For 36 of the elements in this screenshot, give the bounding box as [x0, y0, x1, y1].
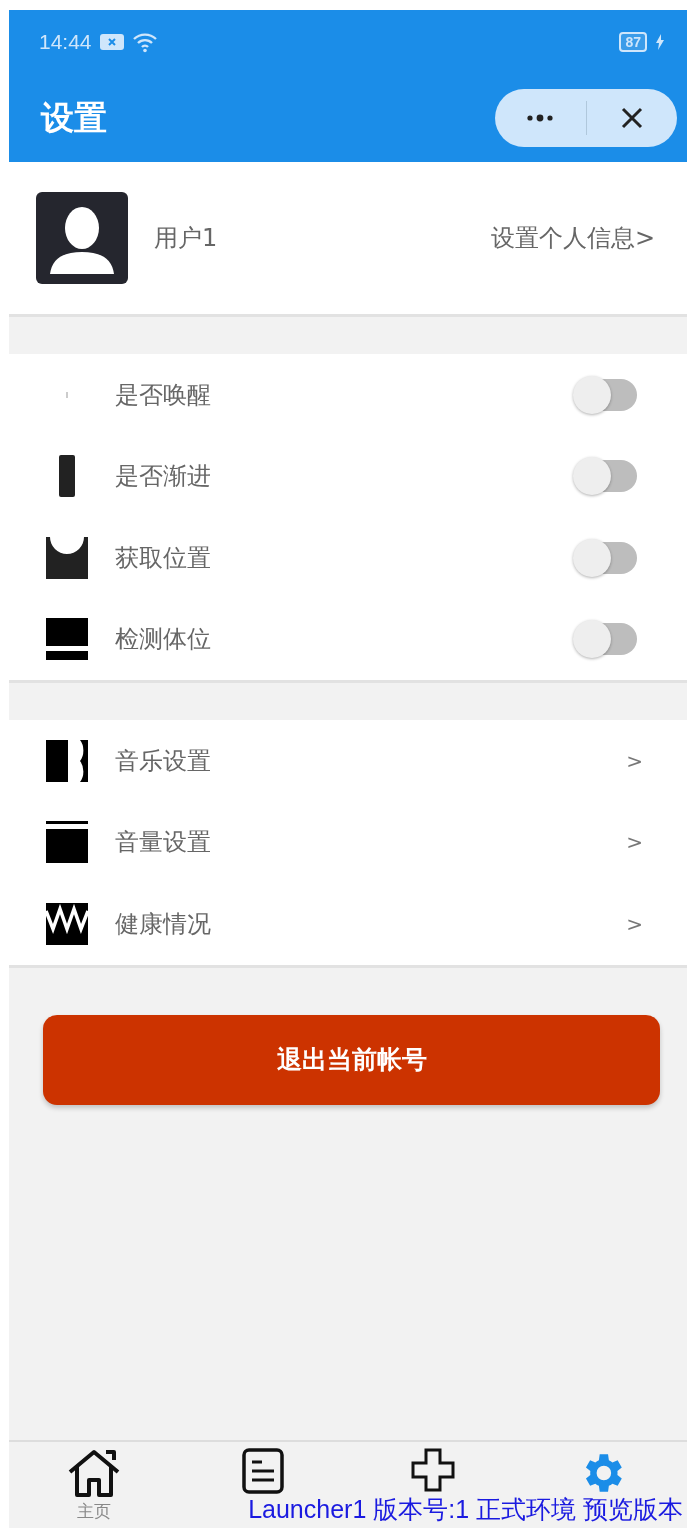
version-overlay: Launcher1 版本号:1 正式环境 预览版本 [248, 1494, 683, 1525]
setting-label: 获取位置 [115, 542, 211, 574]
document-icon [242, 1448, 285, 1494]
tab-item[interactable]: 主页 [9, 1442, 179, 1528]
glyph-icon [46, 902, 88, 945]
glyph-icon [59, 455, 75, 498]
setting-label: 是否渐进 [115, 461, 211, 493]
toggle-switch[interactable] [575, 460, 637, 493]
toggle-switch[interactable] [575, 378, 637, 411]
toggle-switch[interactable] [575, 541, 637, 574]
clock: 14:44 [39, 30, 92, 54]
user-name: 用户1 [154, 223, 218, 254]
notification-icon [99, 34, 124, 50]
chevron-text[interactable]: > [626, 911, 643, 936]
menu-label: 健康情况 [115, 908, 211, 940]
chevron-text[interactable]: > [626, 830, 643, 855]
close-icon [620, 107, 643, 129]
menu-label: 音乐设置 [115, 745, 211, 777]
menu-label: 音量设置 [115, 827, 211, 859]
glyph-icon [46, 739, 88, 782]
glyph-icon [65, 391, 69, 398]
toggle-switch[interactable] [575, 623, 637, 656]
setting-label: 是否唤醒 [115, 379, 211, 411]
profile-link[interactable]: 设置个人信息> [490, 222, 655, 254]
glyph-icon [46, 536, 88, 579]
cross-icon [410, 1448, 455, 1492]
page-title: 设置 [41, 96, 107, 139]
glyph-icon [46, 821, 88, 864]
glyph-icon [46, 618, 88, 661]
charging-icon [655, 34, 665, 50]
logout-button[interactable]: 退出当前帐号 [43, 1014, 660, 1105]
battery-level: 87 [619, 32, 647, 52]
setting-label: 检测体位 [115, 624, 211, 656]
wifi-icon [131, 31, 158, 53]
chevron-text[interactable]: > [626, 748, 643, 773]
more-icon [526, 114, 555, 122]
